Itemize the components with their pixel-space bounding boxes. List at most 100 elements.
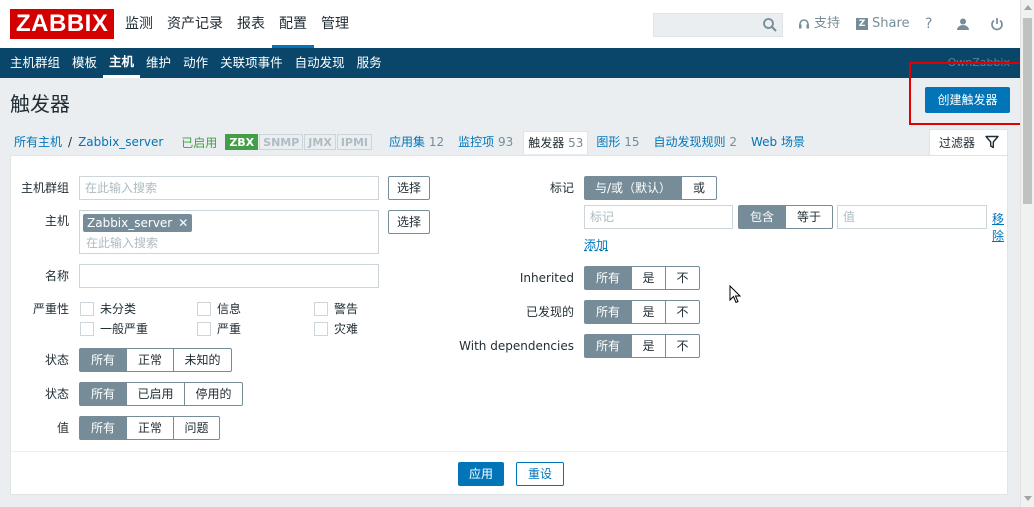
host-select-button[interactable]: 选择: [388, 210, 430, 234]
inherited-yes[interactable]: 是: [631, 266, 666, 290]
jmx-availability-badge: JMX: [304, 134, 336, 150]
host-group-input[interactable]: 在此输入搜索: [79, 176, 379, 200]
severity-warning[interactable]: 警告: [314, 300, 358, 317]
filter-divider: [11, 451, 1007, 452]
search-icon[interactable]: [762, 17, 778, 33]
main-menu-reports[interactable]: 报表: [230, 0, 272, 48]
severity-information[interactable]: 信息: [197, 300, 241, 317]
tab-triggers[interactable]: 触发器 53: [523, 130, 589, 154]
submenu-hosts[interactable]: 主机: [103, 48, 141, 78]
tab-discovery-rules[interactable]: 自动发现规则 2: [650, 131, 741, 153]
submenu-host-groups[interactable]: 主机群组: [4, 48, 66, 78]
inherited-all[interactable]: 所有: [584, 266, 632, 290]
tag-operator-contains[interactable]: 包含: [738, 205, 786, 229]
page-scrollbar[interactable]: [1020, 0, 1034, 507]
severity-disaster-label: 灾难: [334, 322, 359, 336]
snmp-availability-badge: SNMP: [259, 134, 304, 150]
value-all[interactable]: 所有: [79, 416, 127, 440]
state-normal[interactable]: 正常: [126, 348, 174, 372]
host-group-select-button[interactable]: 选择: [388, 176, 430, 200]
inherited-no[interactable]: 不: [665, 266, 700, 290]
tab-web-scenarios[interactable]: Web 场景: [747, 131, 809, 153]
main-menu-monitoring[interactable]: 监测: [118, 0, 160, 48]
discovered-no[interactable]: 不: [665, 300, 700, 324]
checkbox[interactable]: [197, 301, 211, 316]
scroll-up-icon[interactable]: [1024, 5, 1032, 10]
sign-out-button[interactable]: [990, 14, 1004, 34]
tag-operator-equals[interactable]: 等于: [785, 205, 833, 229]
state-all[interactable]: 所有: [79, 348, 127, 372]
value-label: 值: [56, 421, 69, 435]
reset-filter-button[interactable]: 重设: [516, 462, 564, 486]
status-enabled[interactable]: 已启用: [126, 382, 185, 406]
name-input[interactable]: [79, 264, 379, 288]
main-menu: 监测 资产记录 报表 配置 管理: [118, 0, 356, 48]
dependencies-no[interactable]: 不: [665, 334, 700, 358]
power-icon: [991, 18, 1003, 31]
highlight-box: [909, 62, 1022, 125]
status-all[interactable]: 所有: [79, 382, 127, 406]
checkbox[interactable]: [80, 321, 94, 336]
main-menu-administration[interactable]: 管理: [314, 0, 356, 48]
dependencies-all[interactable]: 所有: [584, 334, 632, 358]
status-selector: 所有 已启用 停用的: [79, 382, 243, 406]
host-multiselect[interactable]: Zabbix_server ✕ 在此输入搜索: [79, 210, 379, 254]
severity-average[interactable]: 一般严重: [80, 320, 148, 337]
user-profile-button[interactable]: [956, 14, 970, 34]
tags-mode-or[interactable]: 或: [681, 176, 717, 200]
value-ok[interactable]: 正常: [126, 416, 174, 440]
help-button[interactable]: ?: [925, 14, 932, 34]
sub-navigation: 主机群组 模板 主机 维护 动作 关联项事件 自动发现 服务 OwnZabbix: [0, 48, 1020, 78]
submenu-services[interactable]: 服务: [351, 48, 388, 78]
host-link[interactable]: Zabbix_server: [74, 131, 167, 153]
severity-label: 严重性: [32, 302, 69, 316]
value-problem[interactable]: 问题: [173, 416, 220, 440]
severity-high[interactable]: 严重: [197, 320, 241, 337]
tab-items[interactable]: 监控项 93: [454, 131, 517, 153]
add-tag-link[interactable]: 添加: [584, 236, 608, 253]
tags-mode-and-or[interactable]: 与/或（默认）: [584, 176, 682, 200]
scrollbar-thumb[interactable]: [1023, 18, 1032, 204]
share-z-icon: Z: [856, 18, 868, 30]
severity-not-classified[interactable]: 未分类: [80, 300, 136, 317]
submenu-discovery[interactable]: 自动发现: [289, 48, 351, 78]
dependencies-yes[interactable]: 是: [631, 334, 666, 358]
tab-applications[interactable]: 应用集 12: [385, 131, 448, 153]
remove-chip-icon[interactable]: ✕: [178, 214, 188, 232]
severity-information-label: 信息: [217, 302, 242, 316]
status-disabled[interactable]: 停用的: [184, 382, 243, 406]
share-link[interactable]: Z Share: [856, 14, 910, 34]
main-menu-configuration[interactable]: 配置: [272, 0, 314, 48]
host-label: 主机: [44, 214, 69, 228]
host-status[interactable]: 已启用: [167, 134, 225, 151]
submenu-correlation[interactable]: 关联项事件: [214, 48, 289, 78]
tag-name-input[interactable]: 标记: [584, 205, 733, 229]
main-menu-inventory[interactable]: 资产记录: [160, 0, 230, 48]
tab-graphs[interactable]: 图形 15: [592, 131, 643, 153]
all-hosts-link[interactable]: 所有主机: [10, 131, 66, 153]
discovered-yes[interactable]: 是: [631, 300, 666, 324]
state-unknown[interactable]: 未知的: [173, 348, 232, 372]
submenu: 主机群组 模板 主机 维护 动作 关联项事件 自动发现 服务: [4, 48, 388, 78]
checkbox[interactable]: [314, 301, 328, 316]
checkbox[interactable]: [80, 301, 94, 316]
apply-filter-button[interactable]: 应用: [458, 462, 504, 486]
submenu-maintenance[interactable]: 维护: [140, 48, 177, 78]
checkbox[interactable]: [197, 321, 211, 336]
tags-mode-selector: 与/或（默认） 或: [584, 176, 717, 200]
submenu-actions[interactable]: 动作: [177, 48, 214, 78]
scroll-down-icon[interactable]: [1024, 496, 1032, 501]
support-link[interactable]: 支持: [798, 14, 840, 34]
user-icon: [957, 18, 969, 30]
filter-tab[interactable]: 过滤器: [929, 129, 1008, 155]
checkbox[interactable]: [314, 321, 328, 336]
remove-tag-link[interactable]: 移除: [992, 210, 1007, 244]
tag-value-input[interactable]: 值: [837, 205, 987, 229]
mouse-cursor-icon: [729, 285, 741, 304]
page-title: 触发器: [10, 92, 70, 116]
global-search-input[interactable]: [653, 13, 783, 37]
zabbix-logo[interactable]: ZABBIX: [10, 9, 115, 39]
severity-disaster[interactable]: 灾难: [314, 320, 358, 337]
submenu-templates[interactable]: 模板: [66, 48, 103, 78]
discovered-all[interactable]: 所有: [584, 300, 632, 324]
